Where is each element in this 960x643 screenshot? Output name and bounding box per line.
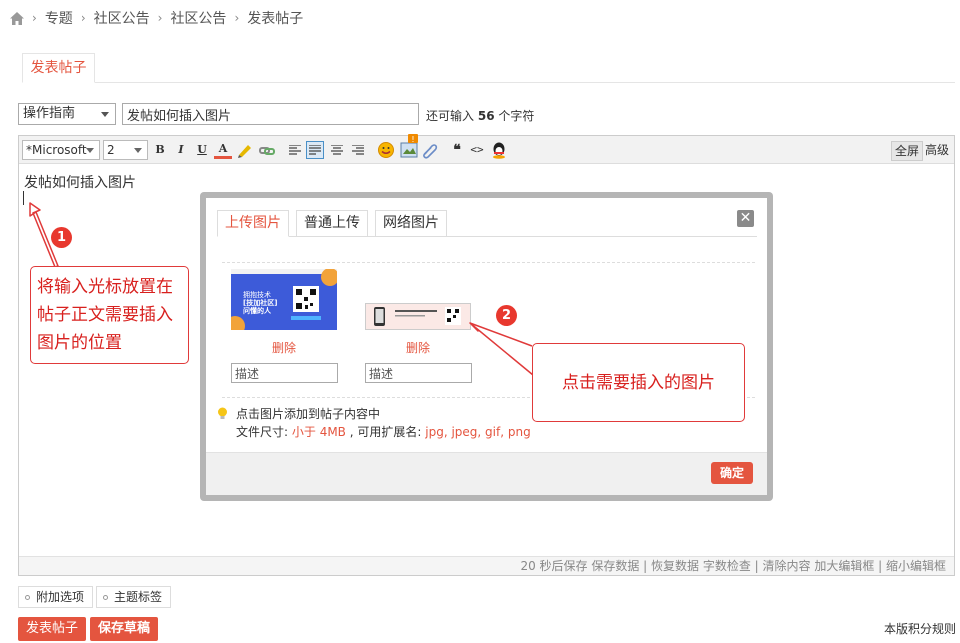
delete-image-1-link[interactable]: 删除 [272,339,296,356]
align-left-icon[interactable] [286,141,304,159]
topic-tags-button[interactable]: 主题标签 [96,586,172,608]
breadcrumb: › 专题 › 社区公告 › 社区公告 › 发表帖子 [10,8,303,28]
breadcrumb-item[interactable]: 专题 [45,8,73,28]
editor-content[interactable]: 发帖如何插入图片 [24,172,136,192]
tip-text: 点击图片添加到帖子内容中 [236,407,381,421]
post-type-value: 操作指南 [23,106,76,121]
file-limits: 文件尺寸: 小于 4MB , 可用扩展名: jpg, jpeg, gif, pn… [236,423,531,440]
remaining-suffix: 个字符 [498,109,535,123]
ext-value: jpg, jpeg, gif, png [425,425,531,439]
annotation-note-2: 点击需要插入的图片 [532,343,745,422]
font-size-value: 2 [107,143,115,157]
italic-button[interactable]: I [172,141,190,159]
svg-text:!: ! [411,135,414,144]
chevron-right-icon: › [80,11,86,25]
breadcrumb-item[interactable]: 社区公告 [94,8,150,28]
breadcrumb-item-current: 发表帖子 [247,11,304,27]
remaining-chars: 还可输入 56 个字符 [426,107,534,124]
additional-options-button[interactable]: 附加选项 [18,586,94,608]
lightbulb-icon [218,407,227,419]
home-icon[interactable] [10,11,24,25]
submit-post-button[interactable]: 发表帖子 [18,617,87,641]
tab-normal-upload[interactable]: 普通上传 [296,210,368,237]
save-draft-button[interactable]: 保存草稿 [90,617,159,641]
post-type-select[interactable]: 操作指南 [18,103,116,125]
qq-icon[interactable] [490,141,508,159]
divider [222,262,755,263]
additional-options-label: 附加选项 [36,590,85,604]
chevron-right-icon: › [157,11,163,25]
delete-image-2-link[interactable]: 删除 [406,339,430,356]
confirm-button[interactable]: 确定 [711,462,753,484]
caption-line: 问懂的人 [243,307,271,315]
step-1-badge: 1 [51,227,72,248]
step-2-badge: 2 [496,305,517,326]
font-family-select[interactable]: *Microsoft [22,140,100,160]
caption-line: [技加社区] [243,299,278,307]
dialog-footer [206,452,767,495]
text-cursor [23,191,24,205]
font-size-select[interactable]: 2 [103,140,148,160]
align-justify-icon[interactable] [306,141,324,159]
annotation-note-1: 将输入光标放置在帖子正文需要插入图片的位置 [30,266,189,364]
breadcrumb-item[interactable]: 社区公告 [170,8,226,28]
forum-rules-link[interactable]: 本版积分规则 [884,620,956,637]
chevron-down-icon [86,148,94,153]
post-title-input[interactable] [122,103,419,125]
uploaded-image-2[interactable] [365,303,471,330]
tab-network-image[interactable]: 网络图片 [375,210,447,237]
ext-label: , 可用扩展名: [349,425,422,439]
close-icon[interactable]: ✕ [737,210,754,227]
font-color-button[interactable]: A [214,141,232,159]
circle-icon [25,595,30,600]
image-upload-icon[interactable]: ! [399,134,421,160]
fullscreen-button[interactable]: 全屏 [891,141,924,161]
chevron-down-icon [101,112,109,117]
tab-post[interactable]: 发表帖子 [22,53,95,83]
code-button[interactable]: <> [468,141,486,159]
dialog-tip: 点击图片添加到帖子内容中 [217,405,380,422]
tab-upload-image[interactable]: 上传图片 [217,210,289,237]
chevron-down-icon [134,148,142,153]
align-center-icon[interactable] [328,141,346,159]
quote-button[interactable]: ❝ [448,141,466,159]
caption-line: 拥抱技术 [243,291,271,299]
size-value: 小于 4MB [291,425,346,439]
uploaded-image-1[interactable]: 拥抱技术 [技加社区] 问懂的人 [225,268,339,336]
editor-status-bar[interactable]: 20 秒后保存 保存数据 | 恢复数据 字数检查 | 清除内容 加大编辑框 | … [19,556,954,575]
link-icon[interactable] [258,141,276,159]
image-2-description-input[interactable] [365,363,472,383]
circle-icon [103,595,108,600]
align-right-icon[interactable] [349,141,367,159]
emoji-icon[interactable] [377,141,395,159]
chevron-right-icon: › [32,11,37,25]
remaining-prefix: 还可输入 [426,109,475,123]
size-label: 文件尺寸: [236,425,289,439]
remaining-count: 56 [477,109,495,123]
tab-divider [22,82,955,83]
bold-button[interactable]: B [151,141,169,159]
font-family-value: *Microsoft [26,143,87,157]
topic-tags-label: 主题标签 [114,590,163,604]
advanced-button[interactable]: 高级 [922,141,952,159]
image-1-description-input[interactable] [231,363,338,383]
image-1-caption: 拥抱技术 [技加社区] 问懂的人 [243,291,277,315]
attachment-icon[interactable] [420,141,438,159]
highlight-icon[interactable] [236,141,254,159]
underline-button[interactable]: U [193,141,211,159]
chevron-right-icon: › [234,11,240,25]
